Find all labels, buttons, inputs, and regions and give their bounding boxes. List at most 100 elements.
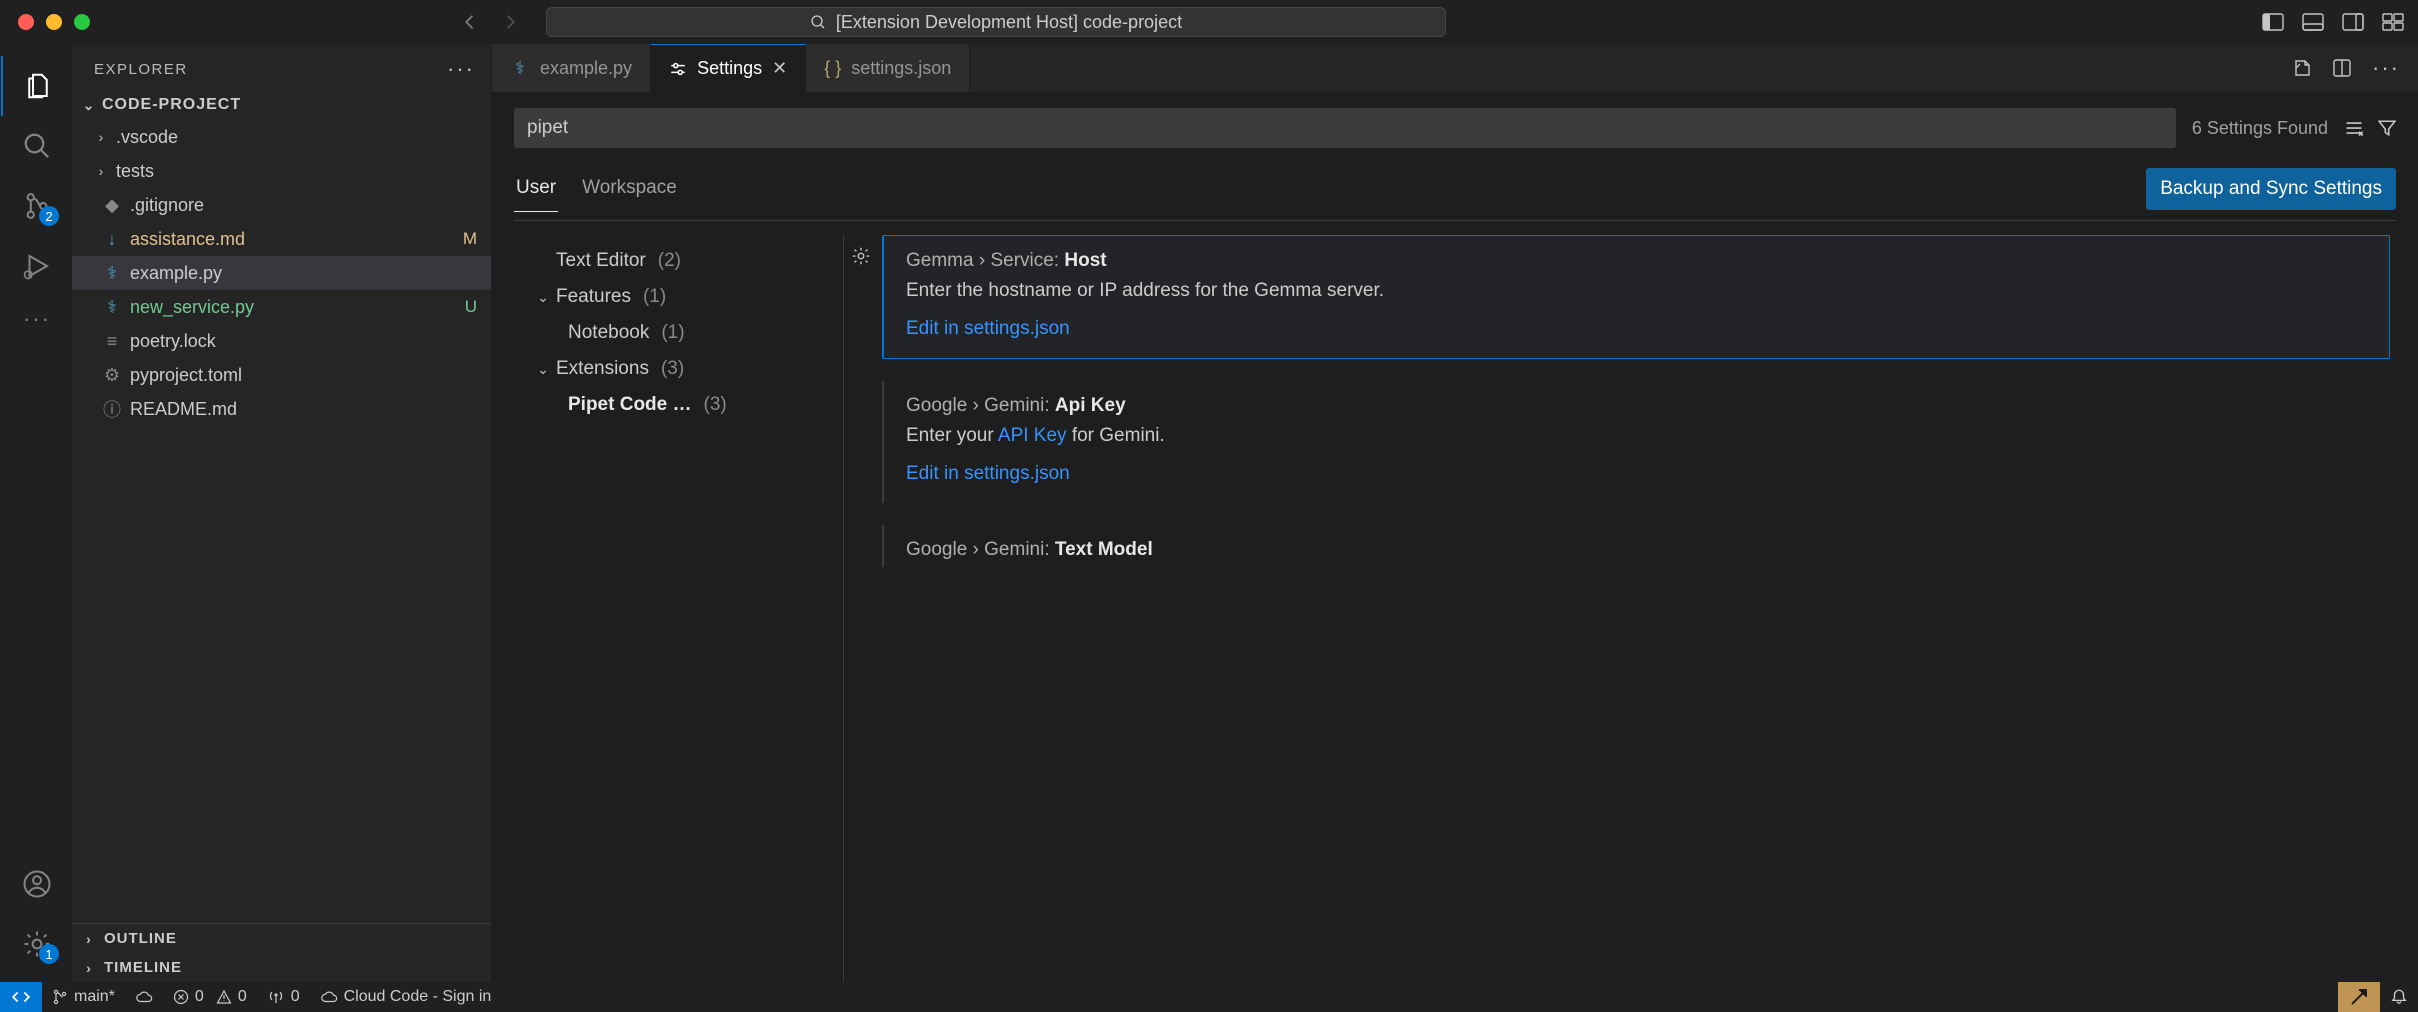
outline-section[interactable]: › OUTLINE <box>72 924 491 953</box>
file-poetrylock[interactable]: ≡ poetry.lock <box>72 324 491 358</box>
settings-editor: 6 Settings Found User Workspace Backup a… <box>492 92 2418 982</box>
close-icon[interactable]: ✕ <box>772 58 787 79</box>
outline-label: OUTLINE <box>104 930 177 947</box>
edit-in-json-link[interactable]: Edit in settings.json <box>906 463 2368 485</box>
notifications-button[interactable] <box>2380 982 2418 1012</box>
timeline-section[interactable]: › TIMELINE <box>72 953 491 982</box>
settings-list[interactable]: Gemma › Service: Host Enter the hostname… <box>844 235 2396 982</box>
gear-icon: ⚙ <box>102 365 122 386</box>
settings-toc: Text Editor (2) ⌄ Features (1) Notebook … <box>514 235 844 982</box>
file-label: pyproject.toml <box>130 365 242 386</box>
toggle-secondary-sidebar-icon[interactable] <box>2342 13 2364 31</box>
sidebar-more-icon[interactable]: ··· <box>447 56 475 82</box>
setting-gemini-textmodel[interactable]: Google › Gemini: Text Model <box>882 525 2390 567</box>
scm-badge: 2 <box>39 206 59 226</box>
tab-label: settings.json <box>851 58 951 79</box>
editor-more-icon[interactable]: ··· <box>2372 55 2400 81</box>
cloud-code[interactable]: Cloud Code - Sign in <box>310 982 502 1012</box>
project-name: CODE-PROJECT <box>102 96 241 114</box>
file-pyproject[interactable]: ⚙ pyproject.toml <box>72 358 491 392</box>
settings-found-label: 6 Settings Found <box>2192 118 2328 139</box>
timeline-label: TIMELINE <box>104 959 182 976</box>
chevron-down-icon: ⌄ <box>536 361 550 378</box>
statusbar: main* 0 0 0 Cloud Code - Sign in <box>0 982 2418 1012</box>
cloud-sync[interactable] <box>125 982 163 1012</box>
explorer-sidebar: EXPLORER ··· ⌄ CODE-PROJECT › .vscode › … <box>72 44 492 982</box>
bell-icon <box>2390 988 2408 1006</box>
forward-button[interactable] <box>500 12 526 32</box>
project-header[interactable]: ⌄ CODE-PROJECT <box>72 90 491 120</box>
file-icon: ≡ <box>102 331 122 352</box>
file-tree: › .vscode › tests ◆ .gitignore ↓ assista… <box>72 120 491 923</box>
ports[interactable]: 0 <box>257 982 310 1012</box>
toc-pipet[interactable]: Pipet Code … (3) <box>514 387 843 423</box>
folder-vscode[interactable]: › .vscode <box>72 120 491 154</box>
remote-button[interactable] <box>0 982 42 1012</box>
tab-label: Settings <box>697 58 762 79</box>
live-share-button[interactable] <box>2338 982 2380 1012</box>
file-label: assistance.md <box>130 229 245 250</box>
activitybar-search[interactable] <box>1 116 73 176</box>
chevron-down-icon: ⌄ <box>536 289 550 306</box>
activitybar-scm[interactable]: 2 <box>1 176 73 236</box>
ellipsis-icon: ··· <box>23 306 51 332</box>
folder-tests[interactable]: › tests <box>72 154 491 188</box>
toggle-primary-sidebar-icon[interactable] <box>2262 13 2284 31</box>
settings-scope-tabs: User Workspace Backup and Sync Settings <box>514 168 2396 221</box>
sync-settings-button[interactable]: Backup and Sync Settings <box>2146 168 2396 210</box>
tab-settingsjson[interactable]: { } settings.json <box>806 44 970 92</box>
toc-text-editor[interactable]: Text Editor (2) <box>514 243 843 279</box>
gitignore-icon: ◆ <box>102 195 122 216</box>
chevron-right-icon: › <box>94 129 108 145</box>
settings-search-input[interactable] <box>514 108 2176 148</box>
account-icon <box>22 869 52 899</box>
info-icon: ⓘ <box>102 396 122 422</box>
file-newservice[interactable]: ⚕ new_service.py U <box>72 290 491 324</box>
tab-example[interactable]: ⚕ example.py <box>492 44 651 92</box>
json-icon: { } <box>824 58 841 79</box>
python-icon: ⚕ <box>102 263 122 284</box>
toc-notebook[interactable]: Notebook (1) <box>514 315 843 351</box>
file-readme[interactable]: ⓘ README.md <box>72 392 491 426</box>
cloud-icon <box>135 990 153 1004</box>
open-changes-icon[interactable] <box>2292 58 2312 78</box>
setting-gemma-host[interactable]: Gemma › Service: Host Enter the hostname… <box>882 235 2390 359</box>
git-branch[interactable]: main* <box>42 982 125 1012</box>
file-assistance[interactable]: ↓ assistance.md M <box>72 222 491 256</box>
tab-settings[interactable]: Settings ✕ <box>651 44 806 92</box>
problems[interactable]: 0 0 <box>163 982 257 1012</box>
settings-search-field[interactable] <box>527 117 2163 139</box>
activitybar-settings[interactable]: 1 <box>1 914 73 974</box>
filter-icon[interactable] <box>2378 118 2396 138</box>
minimize-window-button[interactable] <box>46 14 62 30</box>
command-center[interactable]: [Extension Development Host] code-projec… <box>546 7 1446 37</box>
scope-tab-user[interactable]: User <box>514 177 558 212</box>
run-debug-icon <box>22 251 52 281</box>
api-key-link[interactable]: API Key <box>998 425 1067 446</box>
back-button[interactable] <box>460 12 486 32</box>
toggle-panel-icon[interactable] <box>2302 13 2324 31</box>
folder-label: tests <box>116 161 154 182</box>
customize-layout-icon[interactable] <box>2382 13 2404 31</box>
file-example[interactable]: ⚕ example.py <box>72 256 491 290</box>
toc-extensions[interactable]: ⌄ Extensions (3) <box>514 351 843 387</box>
activitybar-explorer[interactable] <box>1 56 73 116</box>
clear-search-icon[interactable] <box>2344 118 2364 138</box>
file-gitignore[interactable]: ◆ .gitignore <box>72 188 491 222</box>
files-icon <box>23 71 53 101</box>
toc-features[interactable]: ⌄ Features (1) <box>514 279 843 315</box>
sliders-icon <box>669 60 687 78</box>
tab-label: example.py <box>540 58 632 79</box>
error-icon <box>173 989 189 1005</box>
split-editor-icon[interactable] <box>2332 58 2352 78</box>
activitybar-more[interactable]: ··· <box>1 296 73 342</box>
setting-gemini-apikey[interactable]: Google › Gemini: Api Key Enter your API … <box>882 381 2390 503</box>
close-window-button[interactable] <box>18 14 34 30</box>
activitybar-run[interactable] <box>1 236 73 296</box>
maximize-window-button[interactable] <box>74 14 90 30</box>
setting-gear-icon[interactable] <box>850 245 872 267</box>
chevron-right-icon: › <box>82 960 96 976</box>
activitybar-accounts[interactable] <box>1 854 73 914</box>
edit-in-json-link[interactable]: Edit in settings.json <box>906 318 2367 340</box>
scope-tab-workspace[interactable]: Workspace <box>580 177 679 211</box>
